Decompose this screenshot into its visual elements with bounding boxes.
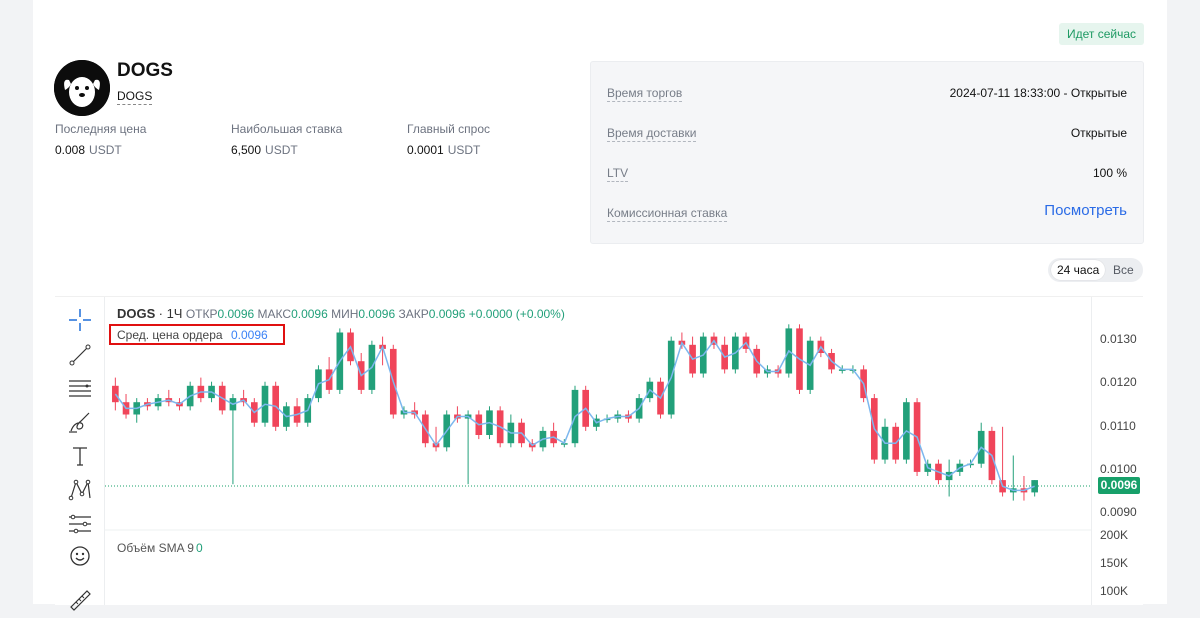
price-chart[interactable]: 0.0130 0.0120 0.0110 0.0100 0.0090 200K … [55, 296, 1143, 611]
range-all-button[interactable]: Все [1107, 260, 1140, 280]
close-label: ЗАКР [398, 307, 429, 321]
chart-symbol: DOGS [117, 306, 156, 321]
delivery-time-label[interactable]: Время доставки [607, 126, 697, 142]
fee-rate-label[interactable]: Комиссионная ставка [607, 206, 728, 222]
trade-time-row: Время торгов 2024-07-11 18:33:00 - Откры… [607, 86, 1127, 106]
chart-timeframe[interactable]: · 1Ч [159, 306, 183, 321]
token-avatar [54, 60, 110, 116]
main-ask-label: Главный спрос [407, 122, 491, 136]
live-status-badge: Идет сейчас [1059, 23, 1145, 45]
high-value: 0.0096 [291, 307, 328, 321]
ltv-label[interactable]: LTV [607, 166, 629, 182]
price-tick: 0.0100 [1100, 462, 1137, 476]
price-tick: 0.0090 [1100, 505, 1137, 519]
delivery-time-value: Открытые [1070, 126, 1127, 140]
highest-bid-value: 6,500 USDT [231, 143, 298, 157]
token-name: DOGS [117, 60, 173, 81]
low-label: МИН [331, 307, 359, 321]
volume-value: 0 [196, 541, 203, 555]
time-range-switch: 24 часа Все [1048, 258, 1143, 282]
ltv-row: LTV 100 % [607, 166, 1127, 186]
main-ask-value: 0.0001 USDT [407, 143, 481, 157]
change-value: +0.0000 (+0.00%) [468, 307, 565, 321]
trading-info-panel: Время торгов 2024-07-11 18:33:00 - Откры… [590, 61, 1144, 244]
volume-tick: 200K [1100, 528, 1129, 542]
candles [112, 324, 1038, 501]
open-label: ОТКР [185, 307, 218, 321]
price-tick: 0.0110 [1100, 419, 1136, 433]
range-24h-button[interactable]: 24 часа [1051, 260, 1106, 280]
high-label: МАКС [257, 307, 292, 321]
avg-price-value: 0.0096 [231, 328, 268, 342]
price-tick: 0.0130 [1100, 332, 1137, 346]
token-symbol-link[interactable]: DOGS [117, 89, 153, 105]
delivery-time-row: Время доставки Открытые [607, 126, 1127, 146]
close-value: 0.0096 [428, 307, 466, 321]
fee-rate-row: Комиссионная ставка Посмотреть [607, 202, 1127, 226]
highest-bid-label: Наибольшая ставка [231, 122, 343, 136]
current-price-tag: 0.0096 [1098, 477, 1140, 494]
dog-logo-icon [54, 60, 110, 116]
avg-price-label: Сред. цена ордера [117, 328, 223, 342]
last-price-value: 0.008 USDT [55, 143, 122, 157]
last-price-label: Последняя цена [55, 122, 147, 136]
volume-tick: 100K [1100, 584, 1129, 598]
open-value: 0.0096 [217, 307, 255, 321]
price-tick: 0.0120 [1100, 375, 1137, 389]
trade-time-label[interactable]: Время торгов [607, 86, 683, 102]
trade-time-value: 2024-07-11 18:33:00 - Открытые [949, 86, 1127, 100]
ltv-value: 100 % [1092, 166, 1127, 180]
volume-tick: 150K [1100, 556, 1129, 570]
low-value: 0.0096 [358, 307, 396, 321]
ohlc-legend: DOGS · 1Ч ОТКР0.0096 МАКС0.0096 МИН0.009… [117, 306, 565, 321]
fee-view-link[interactable]: Посмотреть [1044, 202, 1127, 219]
volume-label: Объём SMA 9 [117, 541, 194, 555]
